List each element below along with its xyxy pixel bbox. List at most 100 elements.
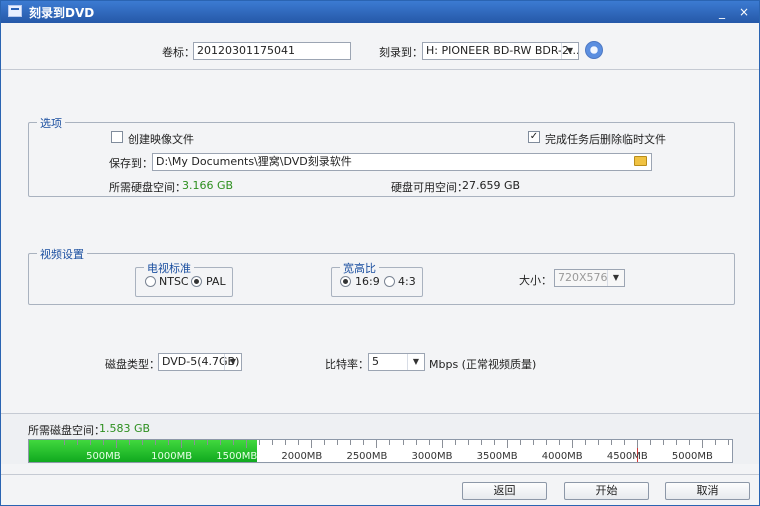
available-space-value: 27.659 GB xyxy=(462,179,521,192)
scale-tick xyxy=(532,440,534,445)
scale-tick xyxy=(116,440,118,448)
scale-tick xyxy=(545,440,547,445)
scale-tick xyxy=(90,440,92,445)
window-title: 刻录到DVD xyxy=(29,6,95,20)
scale-tick xyxy=(181,440,183,448)
scale-tick xyxy=(194,440,196,445)
scale-tick xyxy=(467,440,469,445)
scale-tick-label: 500MB xyxy=(86,451,121,462)
scale-tick-label: 5000MB xyxy=(671,451,713,462)
volume-input[interactable]: 20120301175041 xyxy=(193,42,351,60)
disc-usage-bar: 500MB 1000MB 1500MB 2000MB 2500MB 3000MB 3500M… xyxy=(28,439,733,463)
app-icon xyxy=(8,5,22,17)
scale-tick xyxy=(324,440,326,445)
disc-type-label: 磁盘类型： xyxy=(105,358,160,371)
aspect-16-9-label: 16:9 xyxy=(355,275,380,288)
scale-tick xyxy=(272,440,274,445)
available-space-label: 硬盘可用空间： xyxy=(391,181,468,194)
scale-tick xyxy=(623,440,625,445)
start-button[interactable]: 开始 xyxy=(564,482,649,500)
scale-tick-label: 2000MB xyxy=(281,451,323,462)
save-to-input[interactable]: D:\My Documents\狸窝\DVD刻录软件 xyxy=(152,153,652,171)
scale-tick xyxy=(168,440,170,445)
tv-standard-title: 电视标准 xyxy=(144,260,194,276)
ntsc-radio[interactable] xyxy=(145,276,156,287)
scale-tick-label: 2500MB xyxy=(346,451,388,462)
scale-tick xyxy=(688,440,690,445)
scale-tick xyxy=(701,440,703,448)
scale-tick xyxy=(259,440,261,445)
scale-tick-label: 1000MB xyxy=(151,451,193,462)
required-space-value: 3.166 GB xyxy=(182,179,234,192)
minimize-button[interactable]: _ xyxy=(713,3,731,21)
chevron-down-icon: ▼ xyxy=(224,354,241,370)
scale-tick xyxy=(493,440,495,445)
scale-tick xyxy=(142,440,144,445)
bitrate-value: 5 xyxy=(372,355,379,368)
scale-tick xyxy=(207,440,209,445)
burn-to-value: H: PIONEER BD-RW BDR-2... xyxy=(426,44,579,57)
scale-tick xyxy=(584,440,586,445)
folder-icon[interactable] xyxy=(634,156,647,166)
cancel-button[interactable]: 取消 xyxy=(665,482,750,500)
scale-tick xyxy=(64,440,66,445)
scale-tick xyxy=(441,440,443,448)
delete-temp-checkbox[interactable]: ✓ xyxy=(528,131,540,143)
aspect-4-3-radio[interactable] xyxy=(384,276,395,287)
scale-tick xyxy=(415,440,417,445)
save-to-label: 保存到： xyxy=(109,157,153,170)
required-space-label: 所需硬盘空间： xyxy=(109,181,186,194)
pal-label: PAL xyxy=(206,275,226,288)
burn-to-select[interactable]: H: PIONEER BD-RW BDR-2... ▼ xyxy=(422,42,579,60)
usage-value: 1.583 GB xyxy=(99,422,151,435)
scale-tick-label: 3500MB xyxy=(476,451,518,462)
size-select[interactable]: 720X576 ▼ xyxy=(554,269,625,287)
scale-tick xyxy=(103,440,105,445)
close-button[interactable]: × xyxy=(735,3,753,21)
scale-tick xyxy=(376,440,378,448)
scale-tick xyxy=(220,440,222,445)
size-value: 720X576 xyxy=(558,271,608,284)
top-separator xyxy=(1,69,759,70)
scale-tick xyxy=(129,440,131,445)
scale-tick xyxy=(402,440,404,445)
burn-to-label: 刻录到： xyxy=(379,46,423,59)
scale-tick xyxy=(285,440,287,445)
create-image-checkbox[interactable] xyxy=(111,131,123,143)
scale-tick xyxy=(350,440,352,445)
refresh-drive-icon[interactable] xyxy=(585,41,603,59)
aspect-16-9-radio[interactable] xyxy=(340,276,351,287)
chevron-down-icon: ▼ xyxy=(607,270,624,286)
scale-tick xyxy=(233,440,235,445)
scale-tick xyxy=(610,440,612,445)
scale-tick xyxy=(298,440,300,445)
scale-tick xyxy=(636,440,638,448)
scale-tick xyxy=(675,440,677,445)
scale-tick xyxy=(155,440,157,445)
scale-tick xyxy=(714,440,716,445)
scale-tick-label: 1500MB xyxy=(216,451,258,462)
footer-separator xyxy=(1,474,759,475)
bitrate-select[interactable]: 5 ▼ xyxy=(368,353,425,371)
size-label: 大小： xyxy=(519,274,552,287)
bitrate-label: 比特率： xyxy=(325,358,369,371)
delete-temp-label: 完成任务后删除临时文件 xyxy=(545,133,666,146)
scale-tick-label: 4000MB xyxy=(541,451,583,462)
save-to-path: D:\My Documents\狸窝\DVD刻录软件 xyxy=(156,155,352,168)
scale-tick-label: 3000MB xyxy=(411,451,453,462)
scale-tick xyxy=(519,440,521,445)
scale-tick xyxy=(571,440,573,448)
disc-type-select[interactable]: DVD-5(4.7GB) ▼ xyxy=(158,353,242,371)
usage-label: 所需磁盘空间： xyxy=(28,424,105,437)
options-group-title: 选项 xyxy=(37,115,65,131)
pal-radio[interactable] xyxy=(191,276,202,287)
scale-tick xyxy=(428,440,430,445)
scale-tick xyxy=(506,440,508,448)
video-settings-title: 视频设置 xyxy=(37,246,87,262)
volume-label: 卷标： xyxy=(162,46,195,59)
back-button[interactable]: 返回 xyxy=(462,482,547,500)
scale-tick xyxy=(727,440,729,445)
scale-tick xyxy=(389,440,391,445)
aspect-4-3-label: 4:3 xyxy=(398,275,416,288)
aspect-ratio-title: 宽高比 xyxy=(340,260,379,276)
